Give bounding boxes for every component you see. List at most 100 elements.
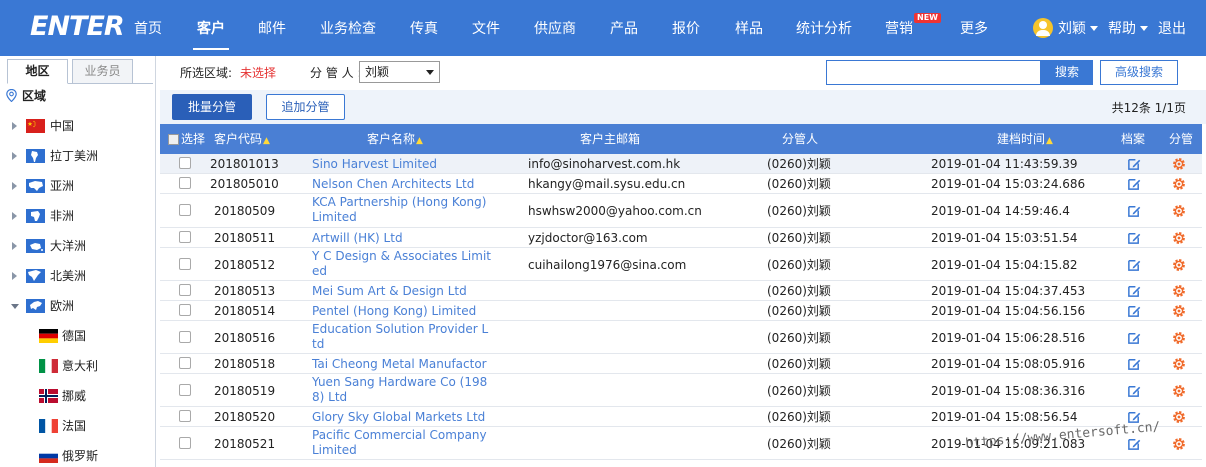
customer-name-link[interactable]: Education Solution Provider Ltd — [312, 322, 492, 352]
table-row[interactable]: 20180511 Artwill (HK) Ltd yzjdoctor@163.co… — [160, 228, 1202, 248]
col-customer-code[interactable]: 客户代码▲ — [212, 124, 272, 154]
row-checkbox[interactable] — [179, 231, 191, 243]
nav-item[interactable]: 营销 — [881, 0, 917, 56]
col-created[interactable]: 建档时间▲ — [985, 124, 1065, 154]
table-row[interactable]: 20180514 Pentel (Hong Kong) Limited (0260)… — [160, 301, 1202, 321]
expand-right-icon[interactable] — [12, 212, 17, 220]
gear-icon[interactable] — [1172, 410, 1186, 424]
customer-name-link[interactable]: Y C Design & Associates Limited — [312, 249, 492, 279]
gear-icon[interactable] — [1172, 304, 1186, 318]
nav-item[interactable]: 文件 — [468, 0, 504, 56]
customer-name-link[interactable]: Artwill (HK) Ltd — [312, 231, 492, 246]
advanced-search-button[interactable]: 高级搜索 — [1100, 60, 1178, 85]
row-checkbox[interactable] — [179, 284, 191, 296]
edit-icon[interactable] — [1127, 157, 1141, 171]
customer-name-link[interactable]: KCA Partnership (Hong Kong) Limited — [312, 195, 492, 225]
customer-name-link[interactable]: Sino Harvest Limited — [312, 157, 492, 172]
customer-name-link[interactable]: Pacific Commercial Company Limited — [312, 428, 492, 458]
nav-item[interactable]: 客户 — [193, 0, 229, 56]
nav-item[interactable]: 样品 — [730, 0, 768, 56]
search-button[interactable]: 搜索 — [1041, 60, 1093, 85]
row-checkbox[interactable] — [179, 157, 191, 169]
region-tree-item[interactable]: 德国 — [0, 325, 150, 347]
logout-link[interactable]: 退出 — [1158, 0, 1186, 56]
enter-logo[interactable]: ENTER — [30, 11, 125, 43]
batch-assign-button[interactable]: 批量分管 — [172, 94, 252, 120]
edit-icon[interactable] — [1127, 204, 1141, 218]
table-row[interactable]: 20180513 Mei Sum Art & Design Ltd (0260)刘颖… — [160, 281, 1202, 301]
nav-item[interactable]: 邮件 — [254, 0, 290, 56]
expand-right-icon[interactable] — [12, 272, 17, 280]
gear-icon[interactable] — [1172, 384, 1186, 398]
expand-down-icon[interactable] — [11, 304, 19, 309]
user-menu[interactable]: 刘颖 — [1058, 0, 1098, 56]
edit-icon[interactable] — [1127, 284, 1141, 298]
region-tree-item[interactable]: 大洋洲 — [0, 235, 150, 257]
region-tree-item[interactable]: 北美洲 — [0, 265, 150, 287]
edit-icon[interactable] — [1127, 177, 1141, 191]
customer-name-link[interactable]: Glory Sky Global Markets Ltd — [312, 410, 492, 425]
gear-icon[interactable] — [1172, 204, 1186, 218]
region-tree-item[interactable]: 法国 — [0, 415, 150, 437]
region-tree-item[interactable]: 欧洲 — [0, 295, 150, 317]
nav-item[interactable]: 传真 — [405, 0, 443, 56]
nav-item[interactable]: 统计分析 — [792, 0, 856, 56]
gear-icon[interactable] — [1172, 331, 1186, 345]
gear-icon[interactable] — [1172, 177, 1186, 191]
expand-right-icon[interactable] — [12, 242, 17, 250]
table-row[interactable]: 20180519 Yuen Sang Hardware Co (1988) Ltd… — [160, 374, 1202, 407]
tab-salesperson[interactable]: 业务员 — [72, 59, 133, 84]
customer-name-link[interactable]: Mei Sum Art & Design Ltd — [312, 284, 492, 299]
edit-icon[interactable] — [1127, 331, 1141, 345]
gear-icon[interactable] — [1172, 258, 1186, 272]
row-checkbox[interactable] — [179, 304, 191, 316]
expand-right-icon[interactable] — [12, 152, 17, 160]
region-tree-item[interactable]: 拉丁美洲 — [0, 145, 150, 167]
select-all-checkbox[interactable] — [168, 134, 179, 145]
row-checkbox[interactable] — [179, 357, 191, 369]
nav-item[interactable]: 供应商 — [530, 0, 580, 56]
edit-icon[interactable] — [1127, 384, 1141, 398]
table-row[interactable]: 201801013 Sino Harvest Limited info@sinoha… — [160, 154, 1202, 174]
row-checkbox[interactable] — [179, 383, 191, 396]
search-input[interactable] — [826, 60, 1041, 85]
region-tree-item[interactable]: 亚洲 — [0, 175, 150, 197]
table-row[interactable]: 201805010 Nelson Chen Architects Ltd hkang… — [160, 174, 1202, 194]
expand-right-icon[interactable] — [12, 122, 17, 130]
region-tree-item[interactable]: 意大利 — [0, 355, 150, 377]
row-checkbox[interactable] — [179, 257, 191, 270]
table-row[interactable]: 20180518Tai Cheong Metal Manufactory(026… — [160, 354, 1202, 386]
edit-icon[interactable] — [1127, 304, 1141, 318]
nav-item[interactable]: 报价 — [668, 0, 704, 56]
table-row[interactable]: 20180509 KCA Partnership (Hong Kong) Limi… — [160, 194, 1202, 228]
table-row[interactable]: 20180516 Education Solution Provider Ltd (… — [160, 321, 1202, 354]
add-assign-button[interactable]: 追加分管 — [266, 94, 345, 120]
manager-select[interactable]: 刘颖 — [359, 61, 440, 83]
expand-right-icon[interactable] — [12, 182, 17, 190]
gear-icon[interactable] — [1172, 284, 1186, 298]
row-checkbox[interactable] — [179, 330, 191, 343]
row-checkbox[interactable] — [179, 436, 191, 449]
customer-name-link[interactable]: Nelson Chen Architects Ltd — [312, 177, 492, 192]
region-tree-item[interactable]: 挪威 — [0, 385, 150, 407]
row-checkbox[interactable] — [179, 177, 191, 189]
edit-icon[interactable] — [1127, 231, 1141, 245]
edit-icon[interactable] — [1127, 357, 1141, 371]
region-tree-item[interactable]: 中国 — [0, 115, 150, 137]
col-customer-name[interactable]: 客户名称▲ — [350, 124, 440, 154]
region-tree-item[interactable]: 非洲 — [0, 205, 150, 227]
customer-name-link[interactable]: Yuen Sang Hardware Co (1988) Ltd — [312, 375, 492, 405]
region-root[interactable]: 区域 — [6, 87, 46, 105]
row-checkbox[interactable] — [179, 204, 191, 216]
region-tree-item[interactable]: 俄罗斯 — [0, 445, 150, 467]
table-row[interactable]: 20180520 Glory Sky Global Markets Ltd (026… — [160, 407, 1202, 427]
gear-icon[interactable] — [1172, 437, 1186, 451]
table-row[interactable]: 20180512 Y C Design & Associates Limited c… — [160, 248, 1202, 281]
help-menu[interactable]: 帮助 — [1108, 0, 1148, 56]
edit-icon[interactable] — [1127, 258, 1141, 272]
edit-icon[interactable] — [1127, 437, 1141, 451]
customer-name-link[interactable]: Pentel (Hong Kong) Limited — [312, 304, 492, 319]
gear-icon[interactable] — [1172, 231, 1186, 245]
user-avatar-icon[interactable] — [1033, 18, 1053, 38]
gear-icon[interactable] — [1172, 157, 1186, 171]
